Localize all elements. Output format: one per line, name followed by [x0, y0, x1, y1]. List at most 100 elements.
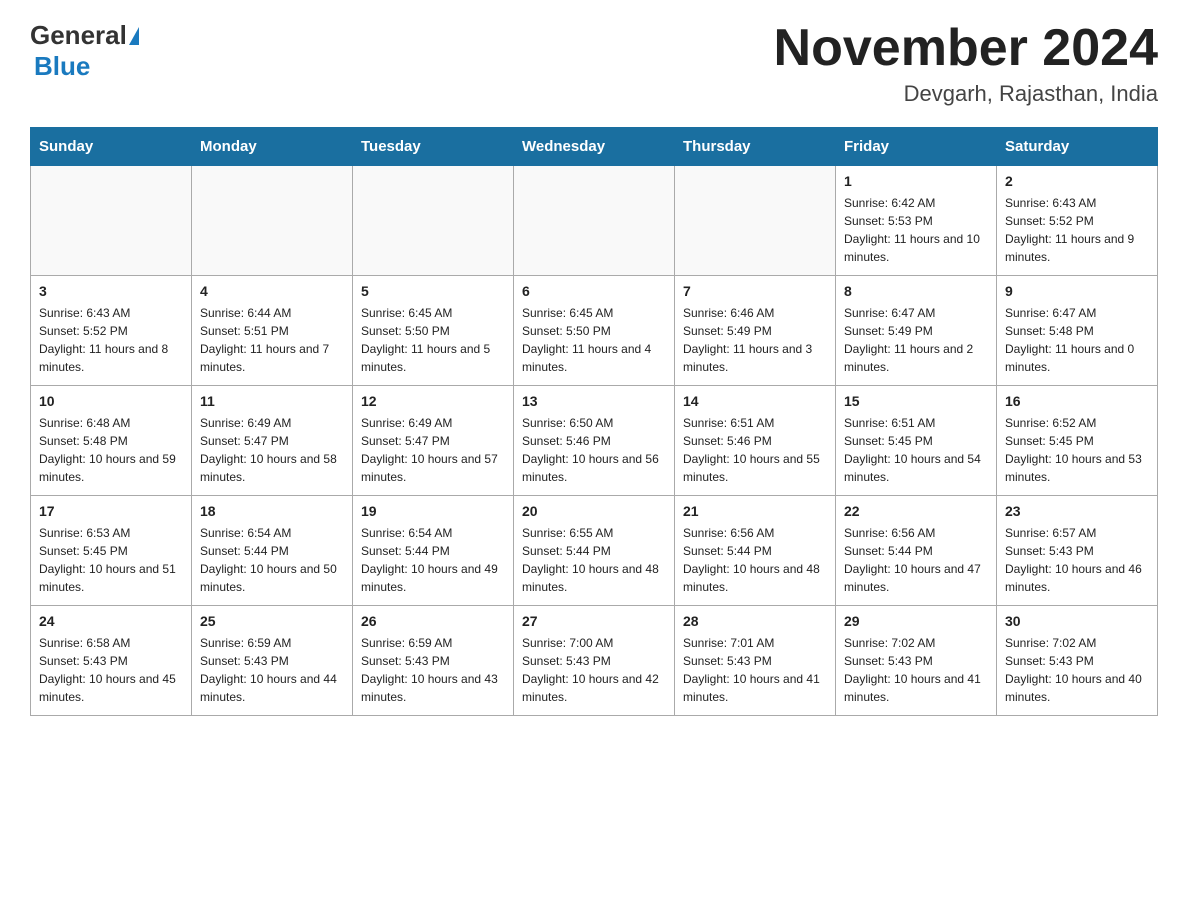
day-number: 19 — [361, 502, 505, 522]
calendar-cell: 1Sunrise: 6:42 AM Sunset: 5:53 PM Daylig… — [836, 166, 997, 276]
day-info: Sunrise: 6:54 AM Sunset: 5:44 PM Dayligh… — [200, 524, 344, 596]
day-info: Sunrise: 6:59 AM Sunset: 5:43 PM Dayligh… — [200, 634, 344, 706]
calendar-cell: 19Sunrise: 6:54 AM Sunset: 5:44 PM Dayli… — [353, 496, 514, 606]
weekday-header-friday: Friday — [836, 128, 997, 166]
calendar-cell: 8Sunrise: 6:47 AM Sunset: 5:49 PM Daylig… — [836, 276, 997, 386]
day-number: 22 — [844, 502, 988, 522]
calendar-cell: 3Sunrise: 6:43 AM Sunset: 5:52 PM Daylig… — [31, 276, 192, 386]
day-info: Sunrise: 6:44 AM Sunset: 5:51 PM Dayligh… — [200, 304, 344, 376]
day-number: 9 — [1005, 282, 1149, 302]
logo-blue-label: Blue — [34, 51, 90, 81]
weekday-header-wednesday: Wednesday — [514, 128, 675, 166]
day-number: 2 — [1005, 172, 1149, 192]
calendar-cell: 13Sunrise: 6:50 AM Sunset: 5:46 PM Dayli… — [514, 386, 675, 496]
calendar-cell: 7Sunrise: 6:46 AM Sunset: 5:49 PM Daylig… — [675, 276, 836, 386]
week-row-2: 3Sunrise: 6:43 AM Sunset: 5:52 PM Daylig… — [31, 276, 1158, 386]
calendar-cell: 4Sunrise: 6:44 AM Sunset: 5:51 PM Daylig… — [192, 276, 353, 386]
day-info: Sunrise: 6:49 AM Sunset: 5:47 PM Dayligh… — [361, 414, 505, 486]
calendar-cell: 30Sunrise: 7:02 AM Sunset: 5:43 PM Dayli… — [997, 606, 1158, 716]
day-info: Sunrise: 6:43 AM Sunset: 5:52 PM Dayligh… — [1005, 194, 1149, 266]
day-info: Sunrise: 7:01 AM Sunset: 5:43 PM Dayligh… — [683, 634, 827, 706]
day-info: Sunrise: 6:52 AM Sunset: 5:45 PM Dayligh… — [1005, 414, 1149, 486]
page-header: General Blue November 2024 Devgarh, Raja… — [30, 20, 1158, 107]
day-info: Sunrise: 6:54 AM Sunset: 5:44 PM Dayligh… — [361, 524, 505, 596]
day-number: 3 — [39, 282, 183, 302]
logo-triangle-icon — [129, 27, 139, 45]
day-info: Sunrise: 6:59 AM Sunset: 5:43 PM Dayligh… — [361, 634, 505, 706]
calendar-cell — [675, 166, 836, 276]
calendar-cell: 12Sunrise: 6:49 AM Sunset: 5:47 PM Dayli… — [353, 386, 514, 496]
day-info: Sunrise: 6:47 AM Sunset: 5:49 PM Dayligh… — [844, 304, 988, 376]
title-area: November 2024 Devgarh, Rajasthan, India — [774, 20, 1158, 107]
calendar-table: SundayMondayTuesdayWednesdayThursdayFrid… — [30, 127, 1158, 716]
day-number: 12 — [361, 392, 505, 412]
weekday-header-tuesday: Tuesday — [353, 128, 514, 166]
calendar-cell: 11Sunrise: 6:49 AM Sunset: 5:47 PM Dayli… — [192, 386, 353, 496]
day-number: 26 — [361, 612, 505, 632]
day-number: 10 — [39, 392, 183, 412]
day-number: 17 — [39, 502, 183, 522]
week-row-3: 10Sunrise: 6:48 AM Sunset: 5:48 PM Dayli… — [31, 386, 1158, 496]
day-number: 24 — [39, 612, 183, 632]
day-number: 14 — [683, 392, 827, 412]
day-info: Sunrise: 7:02 AM Sunset: 5:43 PM Dayligh… — [844, 634, 988, 706]
weekday-header-thursday: Thursday — [675, 128, 836, 166]
calendar-cell: 16Sunrise: 6:52 AM Sunset: 5:45 PM Dayli… — [997, 386, 1158, 496]
day-number: 16 — [1005, 392, 1149, 412]
calendar-cell: 24Sunrise: 6:58 AM Sunset: 5:43 PM Dayli… — [31, 606, 192, 716]
location-title: Devgarh, Rajasthan, India — [774, 81, 1158, 107]
logo: General — [30, 20, 141, 51]
day-number: 7 — [683, 282, 827, 302]
calendar-cell — [353, 166, 514, 276]
day-number: 6 — [522, 282, 666, 302]
day-number: 5 — [361, 282, 505, 302]
calendar-cell: 25Sunrise: 6:59 AM Sunset: 5:43 PM Dayli… — [192, 606, 353, 716]
day-number: 25 — [200, 612, 344, 632]
day-number: 11 — [200, 392, 344, 412]
calendar-cell: 23Sunrise: 6:57 AM Sunset: 5:43 PM Dayli… — [997, 496, 1158, 606]
calendar-cell: 27Sunrise: 7:00 AM Sunset: 5:43 PM Dayli… — [514, 606, 675, 716]
day-number: 30 — [1005, 612, 1149, 632]
day-number: 1 — [844, 172, 988, 192]
calendar-cell: 10Sunrise: 6:48 AM Sunset: 5:48 PM Dayli… — [31, 386, 192, 496]
calendar-cell — [192, 166, 353, 276]
day-number: 29 — [844, 612, 988, 632]
calendar-cell: 26Sunrise: 6:59 AM Sunset: 5:43 PM Dayli… — [353, 606, 514, 716]
day-info: Sunrise: 6:43 AM Sunset: 5:52 PM Dayligh… — [39, 304, 183, 376]
calendar-cell: 21Sunrise: 6:56 AM Sunset: 5:44 PM Dayli… — [675, 496, 836, 606]
weekday-header-row: SundayMondayTuesdayWednesdayThursdayFrid… — [31, 128, 1158, 166]
day-info: Sunrise: 6:57 AM Sunset: 5:43 PM Dayligh… — [1005, 524, 1149, 596]
calendar-cell: 9Sunrise: 6:47 AM Sunset: 5:48 PM Daylig… — [997, 276, 1158, 386]
day-info: Sunrise: 6:48 AM Sunset: 5:48 PM Dayligh… — [39, 414, 183, 486]
calendar-cell: 6Sunrise: 6:45 AM Sunset: 5:50 PM Daylig… — [514, 276, 675, 386]
calendar-cell: 15Sunrise: 6:51 AM Sunset: 5:45 PM Dayli… — [836, 386, 997, 496]
day-number: 21 — [683, 502, 827, 522]
logo-general-text: General — [30, 20, 127, 51]
day-number: 13 — [522, 392, 666, 412]
calendar-cell: 20Sunrise: 6:55 AM Sunset: 5:44 PM Dayli… — [514, 496, 675, 606]
day-info: Sunrise: 6:46 AM Sunset: 5:49 PM Dayligh… — [683, 304, 827, 376]
day-number: 27 — [522, 612, 666, 632]
day-info: Sunrise: 6:42 AM Sunset: 5:53 PM Dayligh… — [844, 194, 988, 266]
week-row-1: 1Sunrise: 6:42 AM Sunset: 5:53 PM Daylig… — [31, 166, 1158, 276]
calendar-cell: 28Sunrise: 7:01 AM Sunset: 5:43 PM Dayli… — [675, 606, 836, 716]
calendar-cell: 14Sunrise: 6:51 AM Sunset: 5:46 PM Dayli… — [675, 386, 836, 496]
day-info: Sunrise: 6:45 AM Sunset: 5:50 PM Dayligh… — [522, 304, 666, 376]
day-info: Sunrise: 6:56 AM Sunset: 5:44 PM Dayligh… — [683, 524, 827, 596]
day-info: Sunrise: 6:50 AM Sunset: 5:46 PM Dayligh… — [522, 414, 666, 486]
day-number: 15 — [844, 392, 988, 412]
day-number: 18 — [200, 502, 344, 522]
day-number: 4 — [200, 282, 344, 302]
day-info: Sunrise: 6:53 AM Sunset: 5:45 PM Dayligh… — [39, 524, 183, 596]
day-info: Sunrise: 7:00 AM Sunset: 5:43 PM Dayligh… — [522, 634, 666, 706]
calendar-cell — [514, 166, 675, 276]
calendar-cell: 18Sunrise: 6:54 AM Sunset: 5:44 PM Dayli… — [192, 496, 353, 606]
weekday-header-saturday: Saturday — [997, 128, 1158, 166]
day-info: Sunrise: 6:49 AM Sunset: 5:47 PM Dayligh… — [200, 414, 344, 486]
calendar-cell — [31, 166, 192, 276]
calendar-cell: 5Sunrise: 6:45 AM Sunset: 5:50 PM Daylig… — [353, 276, 514, 386]
calendar-cell: 17Sunrise: 6:53 AM Sunset: 5:45 PM Dayli… — [31, 496, 192, 606]
week-row-5: 24Sunrise: 6:58 AM Sunset: 5:43 PM Dayli… — [31, 606, 1158, 716]
day-info: Sunrise: 6:51 AM Sunset: 5:45 PM Dayligh… — [844, 414, 988, 486]
day-number: 28 — [683, 612, 827, 632]
